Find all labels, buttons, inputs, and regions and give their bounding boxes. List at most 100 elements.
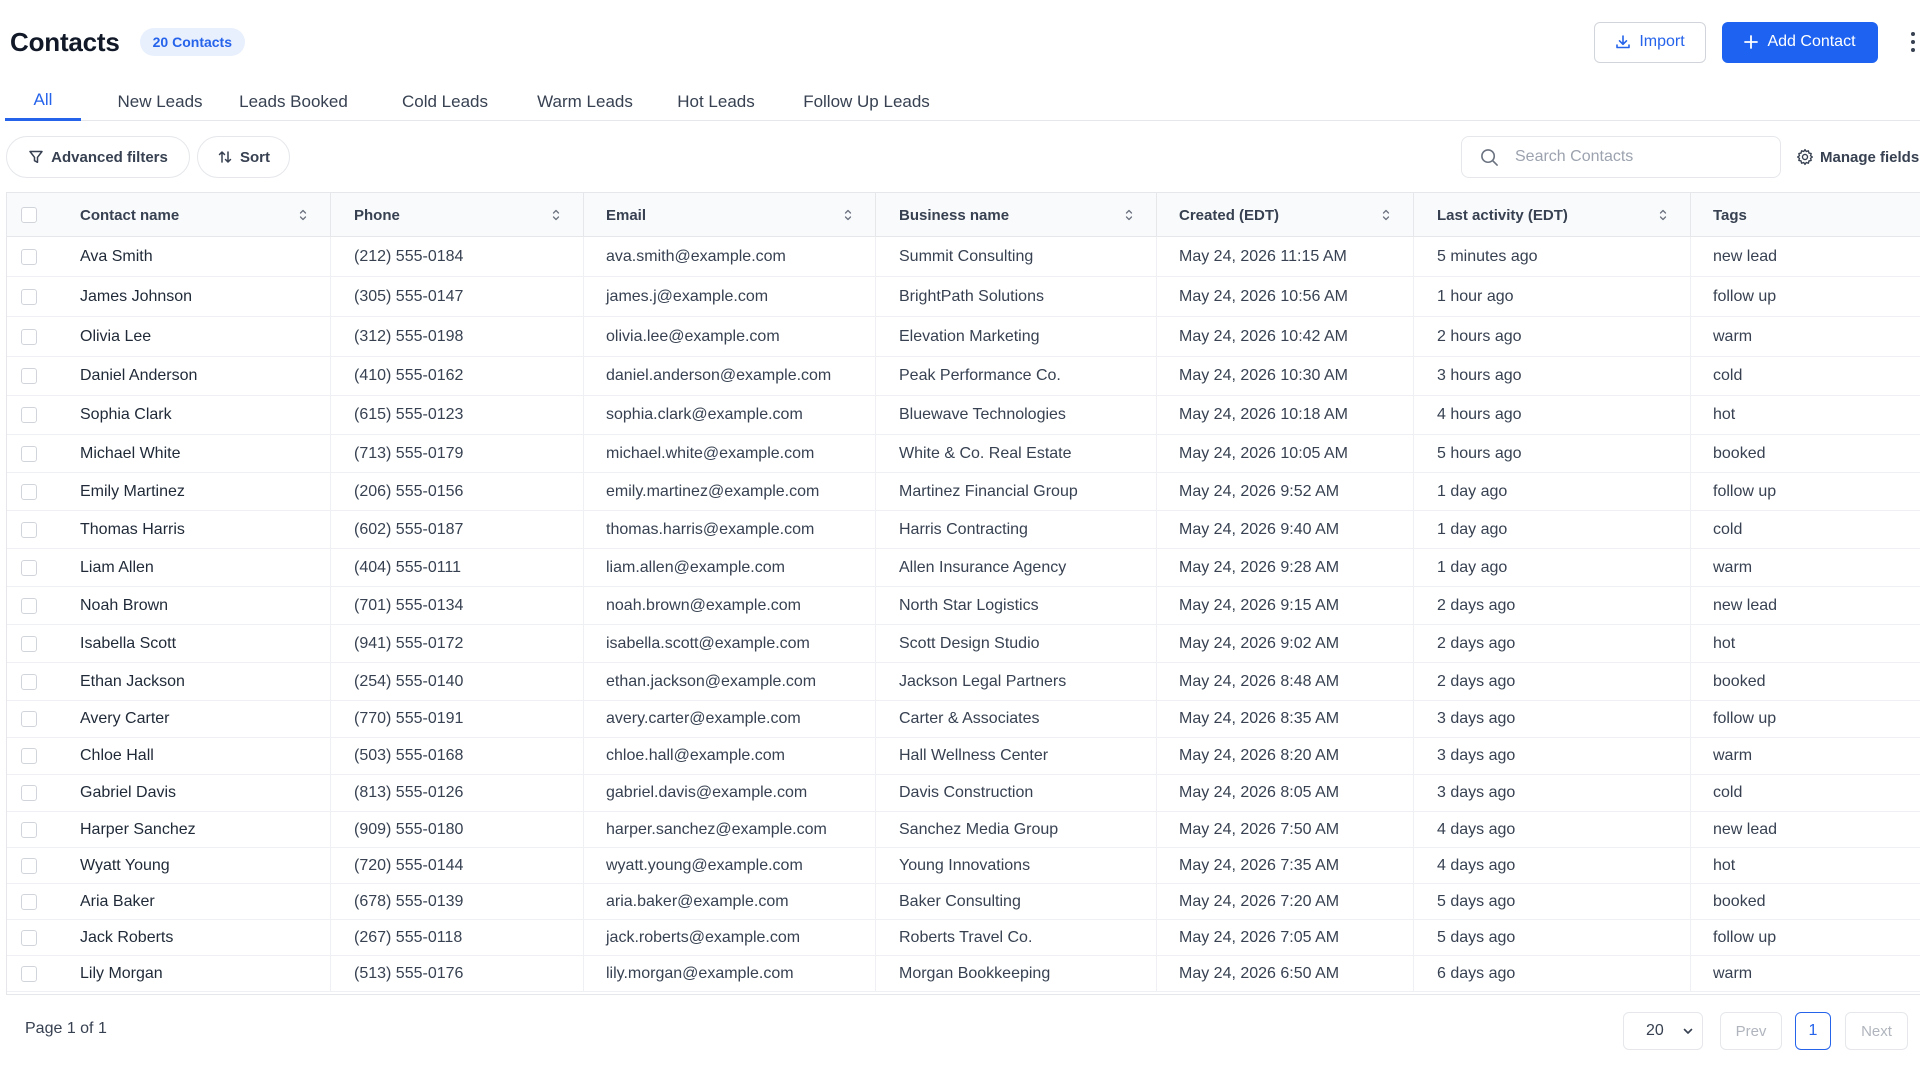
table-row[interactable]: Noah Brown (701) 555-0134 noah.brown@examp…: [7, 587, 1920, 625]
table-row[interactable]: Olivia Lee (312) 555-0198 olivia.lee@examp…: [7, 317, 1920, 357]
created-cell: May 24, 2026 9:15 AM: [1157, 587, 1414, 624]
per-page-value: 20: [1646, 1022, 1664, 1039]
next-page-button[interactable]: Next: [1845, 1012, 1908, 1050]
table-row[interactable]: Michael White (713) 555-0179 michael.white…: [7, 435, 1920, 473]
row-checkbox[interactable]: [21, 893, 37, 910]
table-row[interactable]: Chloe Hall (503) 555-0168 chloe.hall@examp…: [7, 738, 1920, 775]
business-name-cell: North Star Logistics: [876, 587, 1157, 624]
column-header[interactable]: Contact name: [51, 193, 331, 237]
contact-name-cell[interactable]: Emily Martinez: [51, 473, 331, 510]
row-checkbox[interactable]: [21, 559, 37, 576]
table-row[interactable]: Liam Allen (404) 555-0111 liam.allen@examp…: [7, 549, 1920, 587]
table-row[interactable]: Gabriel Davis (813) 555-0126 gabriel.davis…: [7, 775, 1920, 812]
column-header[interactable]: Business name: [876, 193, 1157, 237]
contact-name-cell[interactable]: Noah Brown: [51, 587, 331, 624]
row-checkbox[interactable]: [21, 635, 37, 652]
table-row[interactable]: Thomas Harris (602) 555-0187 thomas.harris…: [7, 511, 1920, 549]
table-row[interactable]: Lily Morgan (513) 555-0176 lily.morgan@exa…: [7, 956, 1920, 992]
email-cell: harper.sanchez@example.com: [584, 812, 876, 847]
row-checkbox[interactable]: [21, 288, 37, 305]
manage-fields-button[interactable]: Manage fields: [1796, 136, 1919, 178]
row-checkbox[interactable]: [21, 328, 37, 345]
contact-name-cell[interactable]: Isabella Scott: [51, 625, 331, 662]
row-checkbox[interactable]: [21, 857, 37, 874]
table-row[interactable]: Emily Martinez (206) 555-0156 emily.martin…: [7, 473, 1920, 511]
contact-name-cell[interactable]: Harper Sanchez: [51, 812, 331, 847]
contact-name-cell[interactable]: Gabriel Davis: [51, 775, 331, 811]
select-all-checkbox[interactable]: [21, 207, 37, 223]
row-checkbox[interactable]: [21, 711, 37, 727]
column-header[interactable]: Created (EDT): [1157, 193, 1414, 237]
table-row[interactable]: Avery Carter (770) 555-0191 avery.carter@e…: [7, 701, 1920, 738]
contact-name-cell[interactable]: Wyatt Young: [51, 848, 331, 883]
tab-cold-leads[interactable]: Cold Leads: [391, 82, 499, 121]
sort-chevrons-icon[interactable]: [551, 208, 561, 222]
contact-name-cell[interactable]: Olivia Lee: [51, 317, 331, 356]
sort-chevrons-icon[interactable]: [1124, 208, 1134, 222]
contact-name-cell[interactable]: Aria Baker: [51, 884, 331, 919]
row-checkbox[interactable]: [21, 248, 37, 265]
sort-chevrons-icon[interactable]: [843, 208, 853, 222]
more-options-icon[interactable]: [1906, 27, 1920, 57]
row-checkbox[interactable]: [21, 445, 37, 462]
row-checkbox[interactable]: [21, 521, 37, 538]
contact-name-cell[interactable]: Michael White: [51, 435, 331, 472]
per-page-select[interactable]: 20: [1623, 1012, 1703, 1050]
tab-follow-up-leads[interactable]: Follow Up Leads: [795, 82, 938, 121]
table-row[interactable]: Ava Smith (212) 555-0184 ava.smith@example…: [7, 237, 1920, 277]
table-row[interactable]: Harper Sanchez (909) 555-0180 harper.sanch…: [7, 812, 1920, 848]
phone-cell: (602) 555-0187: [331, 511, 584, 548]
sort-button[interactable]: Sort: [197, 136, 290, 178]
contact-name-cell[interactable]: Sophia Clark: [51, 396, 331, 434]
table-row[interactable]: Wyatt Young (720) 555-0144 wyatt.young@exa…: [7, 848, 1920, 884]
advanced-filters-button[interactable]: Advanced filters: [6, 136, 190, 178]
row-checkbox[interactable]: [21, 748, 37, 764]
add-contact-button[interactable]: Add Contact: [1722, 21, 1878, 63]
tab-hot-leads[interactable]: Hot Leads: [670, 82, 762, 121]
tab-leads-booked[interactable]: Leads Booked: [231, 82, 356, 121]
contact-name-cell[interactable]: Daniel Anderson: [51, 357, 331, 395]
sort-chevrons-icon[interactable]: [1381, 208, 1391, 222]
row-checkbox[interactable]: [21, 483, 37, 500]
tag-cell: booked: [1713, 892, 1766, 910]
column-header[interactable]: Phone: [331, 193, 584, 237]
business-name-cell: Peak Performance Co.: [876, 357, 1157, 395]
table-row[interactable]: James Johnson (305) 555-0147 james.j@examp…: [7, 277, 1920, 317]
contact-name-cell[interactable]: Jack Roberts: [51, 920, 331, 955]
sort-chevrons-icon[interactable]: [298, 208, 308, 222]
table-row[interactable]: Sophia Clark (615) 555-0123 sophia.clark@e…: [7, 396, 1920, 435]
row-checkbox[interactable]: [21, 821, 37, 838]
row-checkbox[interactable]: [21, 407, 37, 423]
row-checkbox[interactable]: [21, 785, 37, 801]
contact-name-cell[interactable]: Ava Smith: [51, 237, 331, 276]
page-number-button[interactable]: 1: [1795, 1012, 1831, 1050]
sort-chevrons-icon[interactable]: [1658, 208, 1668, 222]
last-activity-cell: 3 days ago: [1414, 701, 1691, 737]
tab-all[interactable]: All: [5, 82, 81, 121]
column-header[interactable]: Last activity (EDT): [1414, 193, 1691, 237]
contact-name-cell[interactable]: Avery Carter: [51, 701, 331, 737]
row-checkbox[interactable]: [21, 965, 37, 982]
contact-name-cell[interactable]: Lily Morgan: [51, 956, 331, 991]
column-header[interactable]: Email: [584, 193, 876, 237]
tab-new-leads[interactable]: New Leads: [97, 82, 223, 121]
prev-page-button[interactable]: Prev: [1720, 1012, 1782, 1050]
row-checkbox[interactable]: [21, 597, 37, 614]
table-row[interactable]: Ethan Jackson (254) 555-0140 ethan.jackson…: [7, 663, 1920, 701]
row-checkbox[interactable]: [21, 368, 37, 384]
contact-name-cell[interactable]: Chloe Hall: [51, 738, 331, 774]
row-checkbox[interactable]: [21, 929, 37, 946]
contact-name-cell[interactable]: Ethan Jackson: [51, 663, 331, 700]
import-button[interactable]: Import: [1594, 21, 1706, 63]
tab-warm-leads[interactable]: Warm Leads: [526, 82, 644, 121]
table-row[interactable]: Aria Baker (678) 555-0139 aria.baker@examp…: [7, 884, 1920, 920]
contact-name-cell[interactable]: Liam Allen: [51, 549, 331, 586]
contact-name-cell[interactable]: Thomas Harris: [51, 511, 331, 548]
table-row[interactable]: Jack Roberts (267) 555-0118 jack.roberts@e…: [7, 920, 1920, 956]
contact-name-cell[interactable]: James Johnson: [51, 277, 331, 316]
table-row[interactable]: Daniel Anderson (410) 555-0162 daniel.ande…: [7, 357, 1920, 396]
row-checkbox[interactable]: [21, 673, 37, 690]
business-name-cell: Morgan Bookkeeping: [876, 956, 1157, 991]
search-input[interactable]: [1515, 148, 1755, 166]
table-row[interactable]: Isabella Scott (941) 555-0172 isabella.sco…: [7, 625, 1920, 663]
